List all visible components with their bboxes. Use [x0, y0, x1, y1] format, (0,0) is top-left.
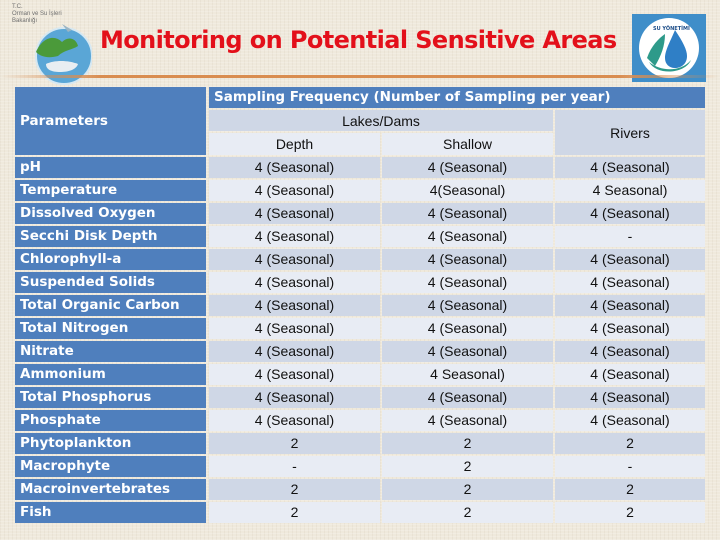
shallow-cell: 4 (Seasonal) — [382, 341, 553, 362]
rivers-cell: 4 Seasonal) — [555, 180, 705, 201]
shallow-cell: 2 — [382, 456, 553, 477]
ministry-line: T.C. — [12, 4, 23, 10]
depth-cell: 2 — [209, 502, 380, 523]
shallow-cell: 4 (Seasonal) — [382, 203, 553, 224]
rivers-cell: 4 (Seasonal) — [555, 364, 705, 385]
shallow-cell: 4 (Seasonal) — [382, 249, 553, 270]
shallow-header: Shallow — [382, 133, 553, 155]
shallow-cell: 4 (Seasonal) — [382, 318, 553, 339]
shallow-cell: 2 — [382, 433, 553, 454]
parameter-cell: Total Organic Carbon — [15, 295, 206, 316]
rivers-cell: 4 (Seasonal) — [555, 203, 705, 224]
parameter-cell: Total Phosphorus — [15, 387, 206, 408]
rivers-header: Rivers — [555, 110, 705, 155]
shallow-cell: 4 Seasonal) — [382, 364, 553, 385]
depth-cell: 2 — [209, 479, 380, 500]
depth-cell: 4 (Seasonal) — [209, 318, 380, 339]
depth-cell: - — [209, 456, 380, 477]
rivers-cell: 4 (Seasonal) — [555, 341, 705, 362]
parameter-cell: Temperature — [15, 180, 206, 201]
parameter-cell: Phosphate — [15, 410, 206, 431]
sampling-frequency-header: Sampling Frequency (Number of Sampling p… — [209, 87, 705, 108]
shallow-cell: 4 (Seasonal) — [382, 272, 553, 293]
rivers-cell: 2 — [555, 433, 705, 454]
parameter-cell: Secchi Disk Depth — [15, 226, 206, 247]
lakes-dams-header: Lakes/Dams — [209, 110, 553, 131]
rivers-cell: 4 (Seasonal) — [555, 387, 705, 408]
page-title: Monitoring on Potential Sensitive Areas — [100, 26, 617, 54]
parameter-cell: Dissolved Oxygen — [15, 203, 206, 224]
rivers-cell: 4 (Seasonal) — [555, 249, 705, 270]
parameter-cell: Macrophyte — [15, 456, 206, 477]
rivers-cell: 2 — [555, 479, 705, 500]
depth-cell: 4 (Seasonal) — [209, 180, 380, 201]
shallow-cell: 2 — [382, 479, 553, 500]
rivers-cell: 4 (Seasonal) — [555, 410, 705, 431]
parameter-cell: pH — [15, 157, 206, 178]
shallow-cell: 4(Seasonal) — [382, 180, 553, 201]
parameter-cell: Fish — [15, 502, 206, 523]
depth-cell: 4 (Seasonal) — [209, 272, 380, 293]
shallow-cell: 4 (Seasonal) — [382, 410, 553, 431]
shallow-cell: 4 (Seasonal) — [382, 387, 553, 408]
depth-cell: 2 — [209, 433, 380, 454]
rivers-cell: 4 (Seasonal) — [555, 272, 705, 293]
shallow-cell: 2 — [382, 502, 553, 523]
shallow-cell: 4 (Seasonal) — [382, 295, 553, 316]
depth-cell: 4 (Seasonal) — [209, 295, 380, 316]
depth-cell: 4 (Seasonal) — [209, 249, 380, 270]
depth-cell: 4 (Seasonal) — [209, 410, 380, 431]
rivers-cell: - — [555, 226, 705, 247]
parameter-cell: Phytoplankton — [15, 433, 206, 454]
rivers-cell: 2 — [555, 502, 705, 523]
title-divider — [0, 75, 720, 78]
shallow-cell: 4 (Seasonal) — [382, 157, 553, 178]
parameter-cell: Total Nitrogen — [15, 318, 206, 339]
logo-text: SU YÖNETİMİ — [653, 25, 690, 32]
parameter-cell: Chlorophyll-a — [15, 249, 206, 270]
parameter-cell: Nitrate — [15, 341, 206, 362]
depth-cell: 4 (Seasonal) — [209, 341, 380, 362]
parameter-cell: Ammonium — [15, 364, 206, 385]
depth-cell: 4 (Seasonal) — [209, 226, 380, 247]
rivers-cell: 4 (Seasonal) — [555, 157, 705, 178]
depth-cell: 4 (Seasonal) — [209, 157, 380, 178]
rivers-cell: 4 (Seasonal) — [555, 295, 705, 316]
rivers-cell: - — [555, 456, 705, 477]
su-yonetimi-logo-icon: SU YÖNETİMİ — [632, 14, 706, 82]
depth-cell: 4 (Seasonal) — [209, 203, 380, 224]
parameter-cell: Suspended Solids — [15, 272, 206, 293]
rivers-cell: 4 (Seasonal) — [555, 318, 705, 339]
depth-header: Depth — [209, 133, 380, 155]
depth-cell: 4 (Seasonal) — [209, 364, 380, 385]
parameter-cell: Macroinvertebrates — [15, 479, 206, 500]
parameters-header: Parameters — [15, 87, 206, 155]
shallow-cell: 4 (Seasonal) — [382, 226, 553, 247]
depth-cell: 4 (Seasonal) — [209, 387, 380, 408]
